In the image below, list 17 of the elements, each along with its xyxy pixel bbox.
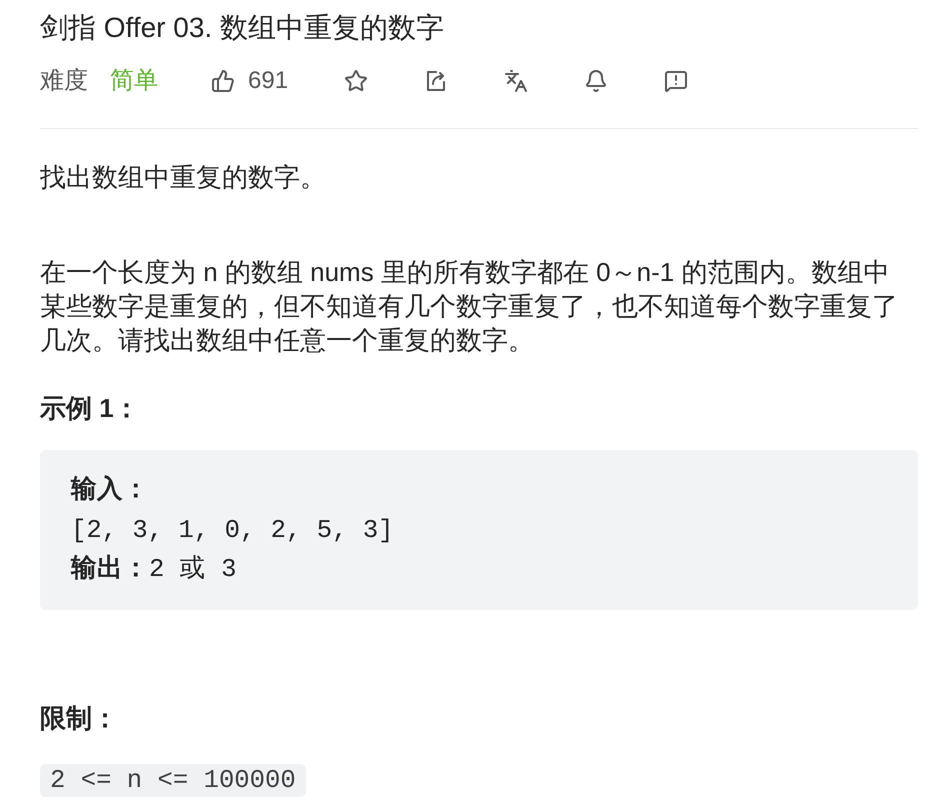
constraints-heading: 限制： bbox=[40, 702, 118, 734]
translate-icon[interactable] bbox=[504, 69, 528, 93]
star-icon[interactable] bbox=[344, 69, 368, 93]
difficulty-label: 难度 bbox=[40, 66, 88, 96]
input-value: [2, 3, 1, 0, 2, 5, 3] bbox=[71, 514, 394, 546]
input-label: 输入： bbox=[71, 474, 149, 507]
output-line: 输出：2 或 3 bbox=[71, 554, 236, 586]
thumbs-up-icon bbox=[211, 69, 235, 93]
description-text: 找出数组中重复的数字。 bbox=[40, 161, 327, 194]
like-button[interactable]: 691 bbox=[211, 65, 288, 97]
constraint-code: 2 <= n <= 100000 bbox=[40, 764, 306, 796]
difficulty-value: 简单 bbox=[110, 66, 158, 96]
feedback-icon[interactable] bbox=[664, 69, 688, 93]
problem-title: 剑指 Offer 03. 数组中重复的数字 bbox=[40, 11, 444, 45]
example-heading: 示例 1： bbox=[40, 392, 140, 425]
bell-icon[interactable] bbox=[584, 69, 608, 93]
description-text: 在一个长度为 n 的数组 nums 里的所有数字都在 0～n-1 的范围内。数组中某些数字是重复的，但不知道有几个数字重复了，也不知道每个数字重复了几次。请找出数组中任意一个重复的数字。 bbox=[40, 256, 899, 357]
